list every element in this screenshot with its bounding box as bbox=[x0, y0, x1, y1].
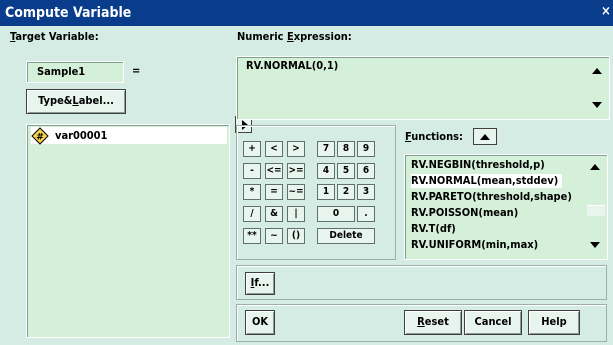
keypad-key[interactable]: 2 bbox=[337, 184, 355, 200]
keypad-key[interactable]: ** bbox=[243, 228, 261, 244]
keypad-key[interactable]: . bbox=[357, 206, 375, 222]
keypad-key[interactable]: 1 bbox=[317, 184, 335, 200]
keypad-key[interactable]: - bbox=[243, 163, 261, 179]
if-button[interactable]: If... bbox=[245, 272, 275, 295]
function-list-item[interactable]: RV.NORMAL(mean,stddev) bbox=[411, 174, 563, 188]
expression-scroll-down[interactable] bbox=[589, 97, 606, 114]
keypad-key[interactable]: < bbox=[265, 141, 283, 157]
function-list-item[interactable]: RV.NEGBIN(threshold,p) bbox=[411, 158, 545, 172]
keypad-key[interactable]: 5 bbox=[337, 163, 355, 179]
compute-variable-dialog: Compute Variable × Target Variable: Samp… bbox=[0, 0, 613, 345]
keypad-key[interactable]: ~= bbox=[287, 184, 305, 200]
equals-sign: = bbox=[132, 64, 141, 77]
functions-list[interactable]: RV.NEGBIN(threshold,p) RV.NORMAL(mean,std… bbox=[404, 154, 608, 260]
numeric-variable-icon: # bbox=[31, 127, 49, 145]
functions-toggle-button[interactable] bbox=[473, 128, 497, 145]
arrow-down-icon bbox=[590, 242, 600, 248]
title-bar[interactable]: Compute Variable × bbox=[0, 0, 613, 26]
keypad-key[interactable]: * bbox=[243, 184, 261, 200]
arrow-up-icon bbox=[592, 68, 602, 74]
ok-button[interactable]: OK bbox=[245, 310, 275, 335]
keypad-key[interactable]: | bbox=[287, 206, 305, 222]
if-panel bbox=[236, 265, 607, 300]
functions-scroll-up[interactable] bbox=[587, 159, 604, 176]
keypad-key[interactable]: 4 bbox=[317, 163, 335, 179]
help-button[interactable]: Help bbox=[528, 310, 580, 335]
cancel-button[interactable]: Cancel bbox=[464, 310, 522, 335]
arrow-up-icon bbox=[590, 164, 600, 170]
function-list-item[interactable]: RV.POISSON(mean) bbox=[411, 206, 518, 220]
keypad-key[interactable]: = bbox=[265, 184, 283, 200]
list-item[interactable]: # var00001 bbox=[31, 127, 227, 145]
keypad-key[interactable]: + bbox=[243, 141, 261, 157]
keypad-key[interactable]: & bbox=[265, 206, 283, 222]
keypad-key[interactable]: 0 bbox=[317, 206, 355, 222]
numeric-expression-label: Numeric Expression: bbox=[237, 30, 352, 43]
keypad-key[interactable]: ~ bbox=[265, 228, 283, 244]
functions-scroll-down[interactable] bbox=[587, 237, 604, 254]
variable-name: var00001 bbox=[55, 129, 108, 142]
functions-scroll-thumb[interactable] bbox=[587, 205, 605, 216]
numeric-expression-input[interactable]: RV.NORMAL(0,1) bbox=[236, 56, 610, 120]
keypad-key[interactable]: 7 bbox=[317, 141, 335, 157]
keypad-key[interactable]: <= bbox=[265, 163, 283, 179]
target-variable-input[interactable]: Sample1 bbox=[26, 61, 124, 83]
keypad-key[interactable]: / bbox=[243, 206, 261, 222]
expression-scroll-up[interactable] bbox=[589, 63, 606, 80]
keypad-key[interactable]: 9 bbox=[357, 141, 375, 157]
type-label-button[interactable]: Type&Label... bbox=[26, 89, 126, 114]
variable-list[interactable]: # var00001 bbox=[26, 124, 230, 338]
keypad-key[interactable]: 6 bbox=[357, 163, 375, 179]
window-title: Compute Variable bbox=[5, 5, 132, 21]
keypad-key[interactable]: () bbox=[287, 228, 305, 244]
keypad-key[interactable]: >= bbox=[287, 163, 305, 179]
arrow-down-icon bbox=[592, 102, 602, 108]
function-list-item[interactable]: RV.UNIFORM(min,max) bbox=[411, 238, 538, 252]
keypad-key[interactable]: 8 bbox=[337, 141, 355, 157]
svg-text:#: # bbox=[36, 133, 44, 143]
numeric-expression-value: RV.NORMAL(0,1) bbox=[246, 59, 339, 72]
target-variable-label: Target Variable: bbox=[10, 30, 99, 43]
close-icon[interactable]: × bbox=[601, 4, 611, 19]
reset-button[interactable]: Reset bbox=[404, 310, 462, 335]
keypad-key[interactable]: > bbox=[287, 141, 305, 157]
arrow-up-icon bbox=[480, 134, 490, 140]
keypad-key[interactable]: Delete bbox=[317, 228, 375, 244]
function-list-item[interactable]: RV.T(df) bbox=[411, 222, 456, 236]
function-list-item[interactable]: RV.PARETO(threshold,shape) bbox=[411, 190, 572, 204]
keypad-key[interactable]: 3 bbox=[357, 184, 375, 200]
functions-label: Functions: bbox=[405, 130, 463, 143]
target-variable-value: Sample1 bbox=[37, 65, 86, 78]
